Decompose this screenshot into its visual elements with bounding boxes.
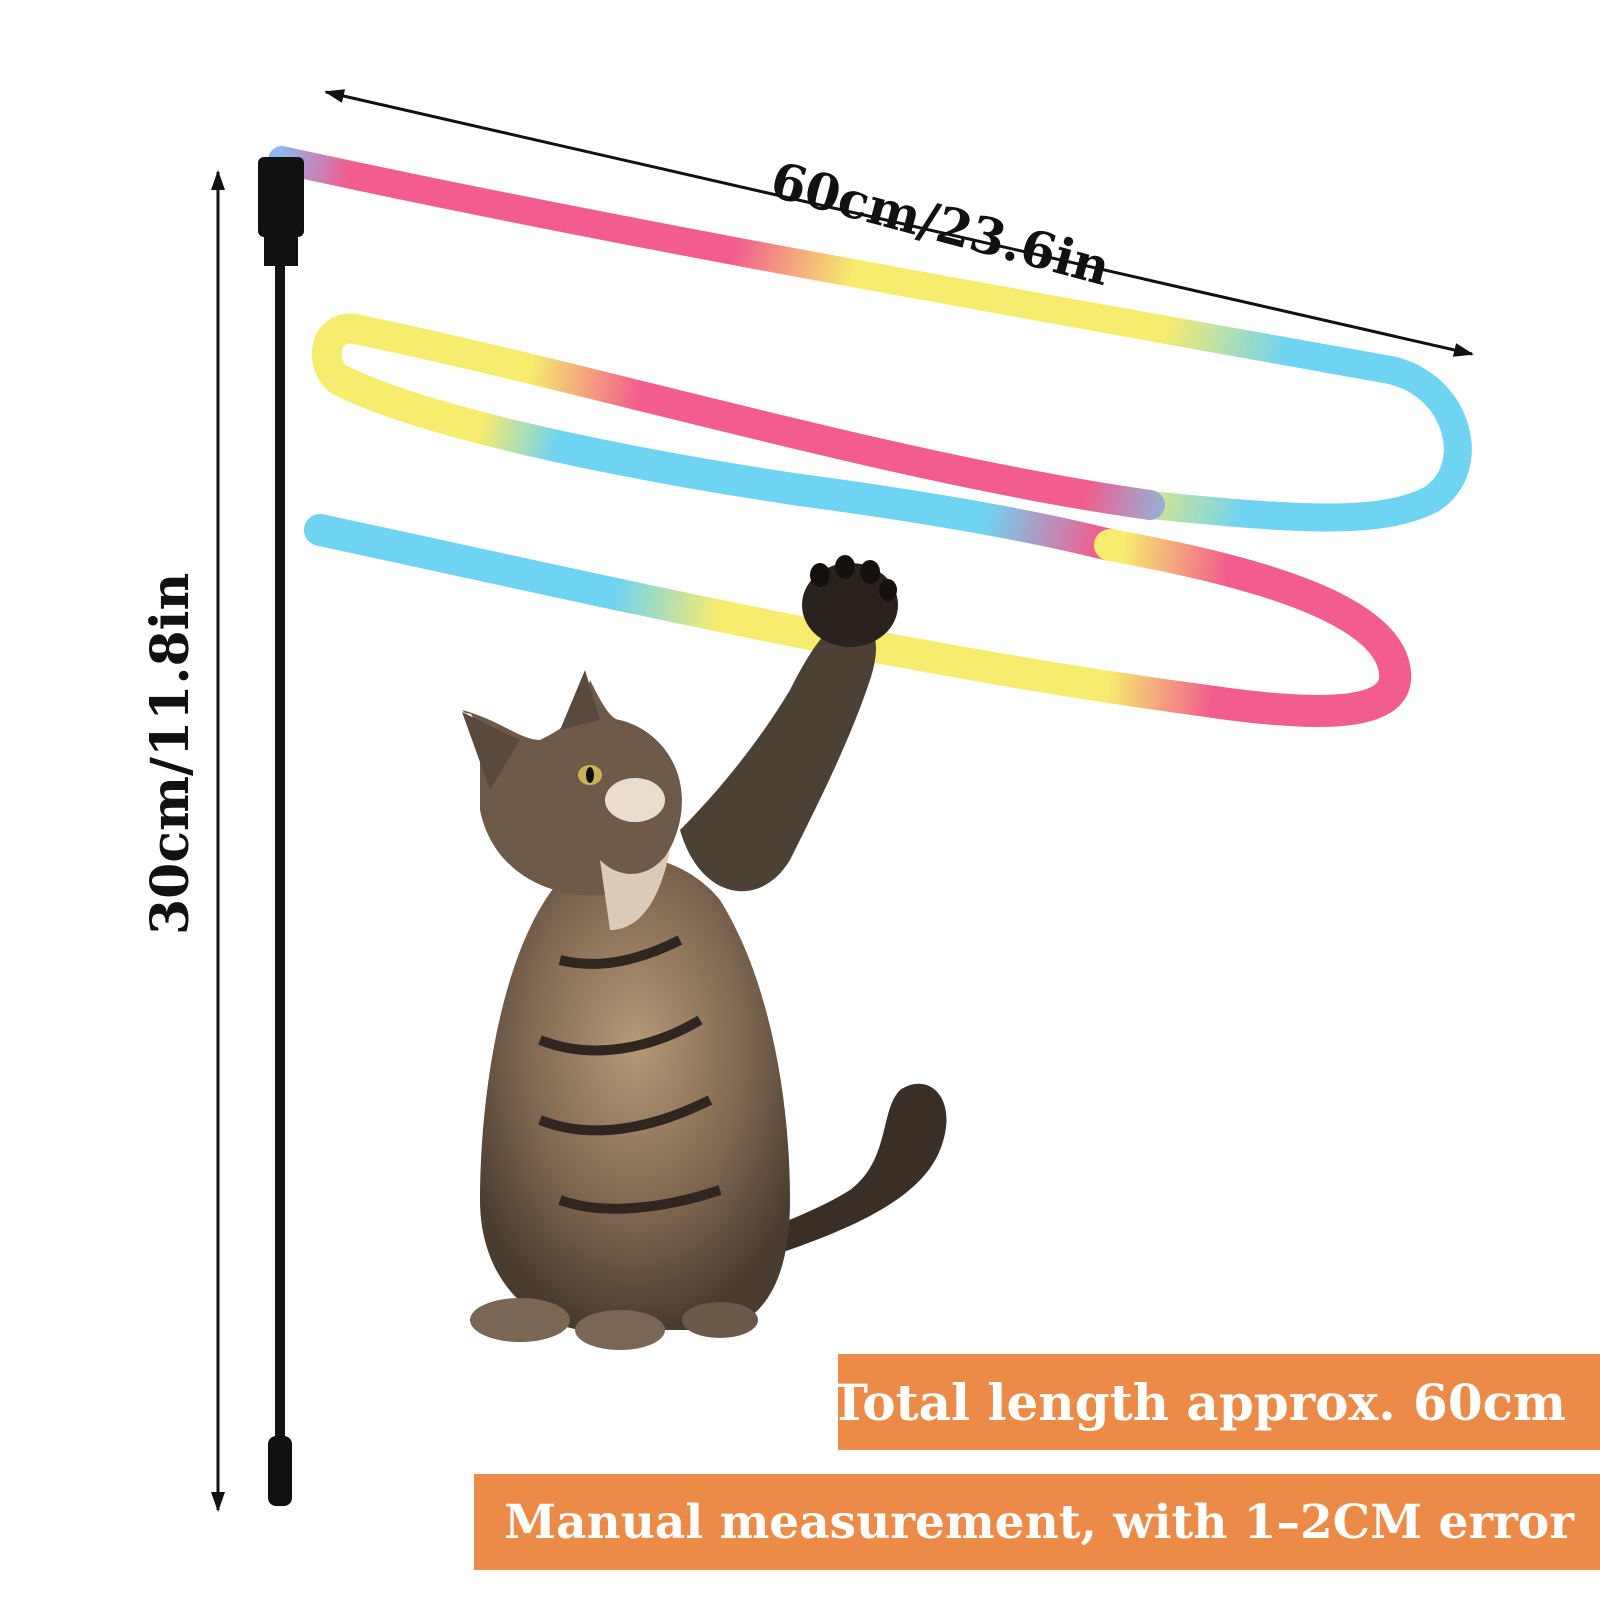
measurement-error-text: Manual measurement, with 1–2CM error [504, 1494, 1574, 1550]
cat-icon [462, 555, 947, 1350]
wand-length-label: 30cm/11.8in [140, 572, 201, 935]
total-length-text: Total length approx. 60cm [830, 1372, 1566, 1432]
wand-icon [258, 157, 304, 1506]
total-length-banner: Total length approx. 60cm [831, 1354, 1600, 1450]
product-image: 60cm/23.6in 30cm/11.8in Total length app… [0, 0, 1600, 1600]
measurement-error-banner: Manual measurement, with 1–2CM error [474, 1474, 1600, 1570]
